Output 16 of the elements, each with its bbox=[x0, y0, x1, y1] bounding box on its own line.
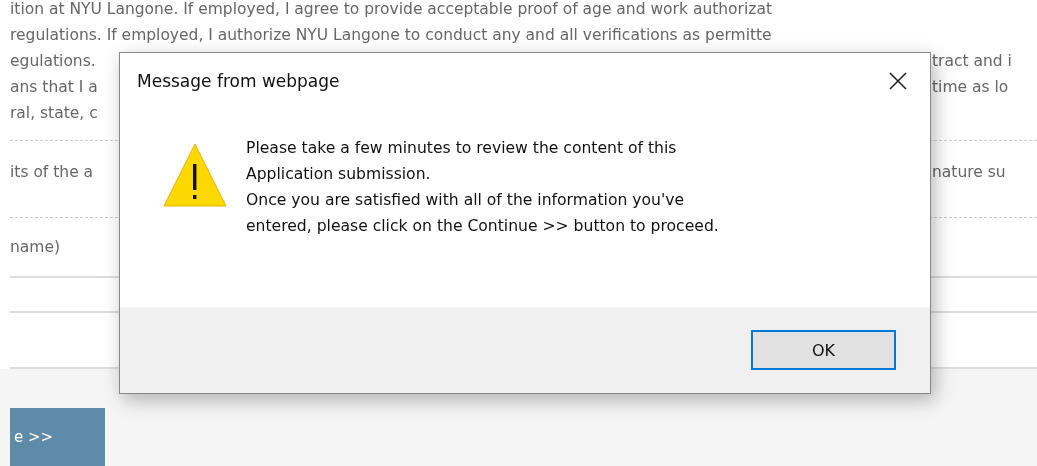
body-text: its of the a bbox=[10, 163, 94, 181]
dialog-title: Message from webpage bbox=[137, 71, 340, 91]
dialog-message: Please take a few minutes to review the content of this Application submission. Once you are satisfied with all of the information you've entered, please click on the Continue >> button to proceed. bbox=[246, 138, 719, 237]
body-text: egulations. bbox=[10, 52, 96, 70]
body-text: regulations. If employed, I authorize NYU Langone to conduct any and all verifications as permitte bbox=[10, 26, 772, 44]
field-label: name) bbox=[10, 238, 60, 256]
body-text: ans that I a bbox=[10, 78, 98, 96]
body-text: time as lo bbox=[932, 78, 1010, 96]
continue-button[interactable]: e >> bbox=[10, 408, 105, 466]
close-icon[interactable] bbox=[888, 71, 908, 91]
body-text: ition at NYU Langone. If employed, I agree to provide acceptable proof of age and work authorizat bbox=[10, 0, 772, 18]
body-text: tract and i bbox=[932, 52, 1013, 70]
body-text: nature su bbox=[932, 163, 1007, 181]
body-text: ral, state, c bbox=[10, 104, 98, 122]
ok-button[interactable]: OK bbox=[751, 330, 896, 370]
warning-icon bbox=[163, 142, 227, 208]
